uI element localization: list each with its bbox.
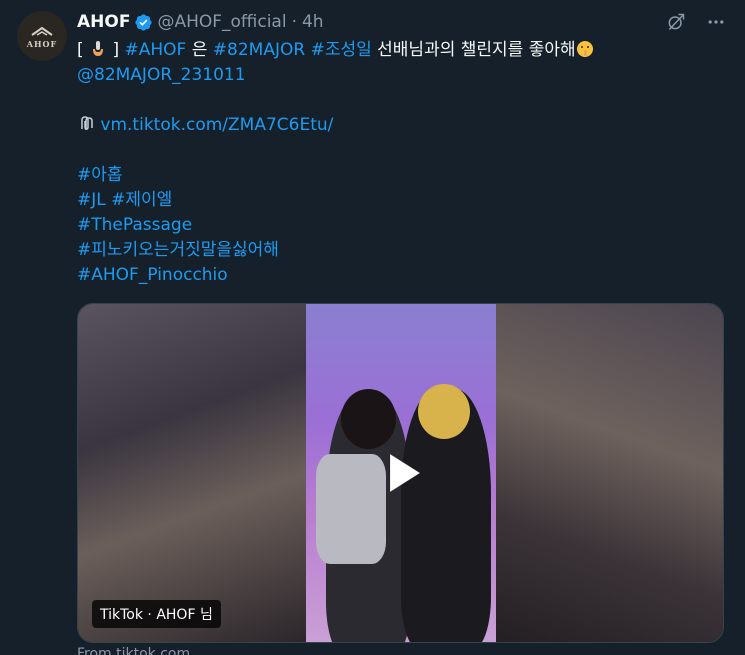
- hashtag-line-1: #아홉: [77, 163, 727, 188]
- play-icon[interactable]: [372, 444, 430, 502]
- tweet-text: [ ] #AHOF 은 #82MAJOR #조성일 선배님과의 챌린지를 좋아해…: [77, 38, 727, 288]
- hashtag-line-2: #JL #제이엘: [77, 188, 727, 213]
- tweet-header: AHOF @AHOF_official · 4h: [77, 10, 324, 34]
- shushing-face-emoji-icon: [576, 41, 593, 57]
- tweet-line-1: [ ] #AHOF 은 #82MAJOR #조성일 선배님과의 챌린지를 좋아해: [77, 38, 727, 63]
- tweet-body-text: 선배님과의 챌린지를 좋아해: [377, 40, 576, 60]
- hashtag-line-5: #AHOF_Pinocchio: [77, 263, 727, 288]
- microphone-hand-emoji-icon: [93, 41, 104, 56]
- ahof-logo-icon: [31, 26, 53, 36]
- video-card[interactable]: TikTok · AHOF 님: [77, 303, 724, 643]
- hashtag-ahof-pinocchio[interactable]: #AHOF_Pinocchio: [77, 265, 228, 285]
- video-blur-left: [78, 304, 306, 642]
- avatar-logo-text: AHOF: [26, 38, 58, 49]
- user-handle[interactable]: @AHOF_official: [157, 12, 286, 32]
- grok-icon[interactable]: [665, 11, 687, 33]
- avatar[interactable]: AHOF: [17, 11, 67, 61]
- hashtag-pinocchio-korean[interactable]: #피노키오는거짓말을싫어해: [77, 240, 279, 260]
- video-blur-right: [494, 304, 723, 642]
- tweet-line-2: @82MAJOR_231011: [77, 63, 727, 88]
- hashtag-name[interactable]: #조성일: [311, 40, 372, 60]
- tiktok-link[interactable]: vm.tiktok.com/ZMA7C6Etu/: [100, 115, 333, 135]
- source-badge: TikTok · AHOF 님: [92, 600, 221, 628]
- hashtag-ahof[interactable]: #AHOF: [125, 40, 187, 60]
- more-options-icon[interactable]: [705, 11, 727, 33]
- hashtag-thepassage[interactable]: #ThePassage: [77, 215, 192, 235]
- hashtag-line-4: #피노키오는거짓말을싫어해: [77, 238, 727, 263]
- close-bracket: ]: [112, 40, 120, 60]
- header-separator: ·: [291, 12, 297, 32]
- verified-badge-icon[interactable]: [134, 13, 153, 32]
- hashtag-ahop[interactable]: #아홉: [77, 165, 123, 185]
- tweet-timestamp[interactable]: 4h: [302, 12, 324, 32]
- hashtag-jl[interactable]: #JL #제이엘: [77, 190, 172, 210]
- tweet-actions-top: [665, 11, 727, 33]
- hashtag-line-3: #ThePassage: [77, 213, 727, 238]
- open-bracket: [: [77, 40, 84, 60]
- mention-82major[interactable]: @82MAJOR_231011: [77, 65, 246, 85]
- display-name[interactable]: AHOF: [77, 12, 130, 32]
- hashtag-82major[interactable]: #82MAJOR: [213, 40, 305, 60]
- from-domain-text[interactable]: From tiktok.com: [77, 646, 190, 655]
- tweet-link-line: vm.tiktok.com/ZMA7C6Etu/: [77, 113, 727, 138]
- particle-text: 은: [191, 40, 208, 60]
- paperclip-icon: [81, 116, 93, 130]
